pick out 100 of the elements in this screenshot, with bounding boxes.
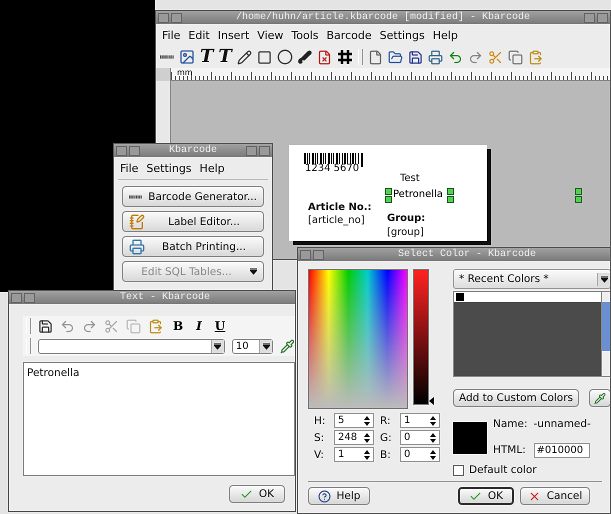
open-folder-icon[interactable] <box>388 50 403 64</box>
rectangle-icon[interactable] <box>256 50 272 64</box>
component-label: V: <box>314 448 325 460</box>
palette-dropdown[interactable]: * Recent Colors * <box>453 269 610 289</box>
menu-item[interactable]: Edit <box>188 28 210 42</box>
spin-arrows-icon[interactable] <box>430 450 436 460</box>
check-icon[interactable] <box>468 490 482 502</box>
redo-icon[interactable] <box>82 318 97 334</box>
label-text[interactable]: Article No.: <box>308 202 372 213</box>
font-size-field[interactable]: 10 <box>232 338 274 354</box>
menu-item[interactable]: File <box>162 28 180 42</box>
save-icon[interactable] <box>38 318 53 334</box>
printer-icon[interactable] <box>428 50 443 64</box>
menu-item[interactable]: Help <box>200 162 225 174</box>
minimize-icon[interactable] <box>313 250 324 260</box>
dialog-button[interactable]: Cancel <box>520 487 590 505</box>
color-picker-icon[interactable] <box>280 338 295 354</box>
label-text[interactable]: [article_no] <box>308 215 365 226</box>
printer-icon[interactable] <box>129 238 145 254</box>
window-menu-icon[interactable] <box>11 292 22 302</box>
curve-icon[interactable] <box>298 49 312 65</box>
eyedropper-icon[interactable] <box>594 392 606 404</box>
dialog-button[interactable]: OK <box>458 487 514 505</box>
cut-icon[interactable] <box>488 50 503 64</box>
image-icon[interactable] <box>179 49 195 65</box>
spin-field[interactable]: 1 <box>334 447 374 462</box>
menu-item[interactable]: Settings <box>146 162 192 174</box>
text-editor[interactable]: Petronella <box>23 362 295 476</box>
spin-arrows-icon[interactable] <box>430 416 436 426</box>
notepad-pencil-icon[interactable] <box>129 214 145 230</box>
help-icon[interactable] <box>318 490 331 502</box>
delete-icon[interactable] <box>316 50 332 64</box>
dropdown-arrow-icon <box>262 342 270 350</box>
launcher-button[interactable]: Batch Printing... <box>122 236 264 257</box>
checkbox[interactable] <box>453 464 464 476</box>
eyedropper-button[interactable] <box>589 389 610 407</box>
ok-button[interactable]: OK <box>229 485 285 503</box>
html-label: HTML: <box>493 444 527 456</box>
save-icon[interactable] <box>408 50 423 64</box>
paste-icon[interactable] <box>528 50 543 64</box>
copy-icon[interactable] <box>508 50 523 64</box>
spin-field[interactable]: 248 <box>334 430 374 445</box>
font-combo[interactable] <box>38 338 225 354</box>
minimize-icon[interactable] <box>129 146 140 156</box>
launcher-button[interactable]: Barcode Generator... <box>122 186 264 207</box>
new-file-icon[interactable] <box>368 50 383 64</box>
format-button[interactable]: U <box>212 319 228 333</box>
cross-icon[interactable] <box>528 490 541 502</box>
menu-item[interactable]: Barcode <box>326 28 372 42</box>
spin-arrows-icon[interactable] <box>430 432 436 442</box>
spin-field[interactable]: 0 <box>400 447 440 462</box>
spin-arrows-icon[interactable] <box>364 432 370 442</box>
cut-icon[interactable] <box>104 318 119 334</box>
maximize-icon[interactable] <box>584 12 595 22</box>
grid-icon[interactable] <box>336 49 353 65</box>
maximize-icon[interactable] <box>246 146 257 156</box>
minimize-icon[interactable] <box>171 12 182 22</box>
pencil-icon[interactable] <box>236 50 252 64</box>
text-tool-icon[interactable]: T <box>218 48 232 66</box>
menu-item[interactable]: Settings <box>380 28 425 42</box>
text-tool-icon[interactable]: T <box>200 48 214 66</box>
minimize-icon[interactable] <box>24 292 35 302</box>
spin-field[interactable]: 5 <box>334 413 374 428</box>
check-icon[interactable] <box>240 488 253 500</box>
name-label: Name: <box>493 418 528 430</box>
paste-icon[interactable] <box>148 318 163 334</box>
window-menu-icon[interactable] <box>158 12 169 22</box>
add-custom-color-button[interactable]: Add to Custom Colors <box>453 389 579 407</box>
circle-icon[interactable] <box>276 49 293 65</box>
format-button[interactable]: B <box>170 319 186 333</box>
spin-arrows-icon[interactable] <box>364 450 370 460</box>
spin-arrows-icon[interactable] <box>364 416 370 426</box>
window-menu-icon[interactable] <box>300 250 311 260</box>
label-text[interactable]: Petronella <box>393 189 443 200</box>
spin-field[interactable]: 0 <box>400 430 440 445</box>
menu-item[interactable]: Tools <box>291 28 319 42</box>
component-label: R: <box>380 414 392 426</box>
scrollbar[interactable] <box>601 292 610 376</box>
spin-field[interactable]: 1 <box>400 413 440 428</box>
close-icon[interactable] <box>597 12 608 22</box>
menu-item[interactable]: Insert <box>218 28 250 42</box>
label-text[interactable]: [group] <box>387 227 424 238</box>
close-icon[interactable] <box>259 146 270 156</box>
color-grid[interactable] <box>454 292 601 376</box>
dialog-button[interactable]: Help <box>308 487 370 505</box>
menu-item[interactable]: File <box>120 162 138 174</box>
undo-icon[interactable] <box>448 50 463 64</box>
launcher-button[interactable]: Label Editor... <box>122 211 264 232</box>
window-menu-icon[interactable] <box>116 146 127 156</box>
barcode-digits: 1234 5670 <box>304 164 360 174</box>
color-swatch[interactable] <box>456 293 464 301</box>
label-text[interactable]: Group: <box>387 213 426 224</box>
menu-item[interactable]: View <box>257 28 284 42</box>
html-field[interactable]: #010000 <box>534 442 590 458</box>
undo-icon[interactable] <box>60 318 75 334</box>
label-text[interactable]: Test <box>400 173 420 184</box>
format-button[interactable]: I <box>193 319 205 333</box>
color-spectrum[interactable] <box>308 269 408 409</box>
redo-icon[interactable] <box>468 50 483 64</box>
menu-item[interactable]: Help <box>432 28 458 42</box>
